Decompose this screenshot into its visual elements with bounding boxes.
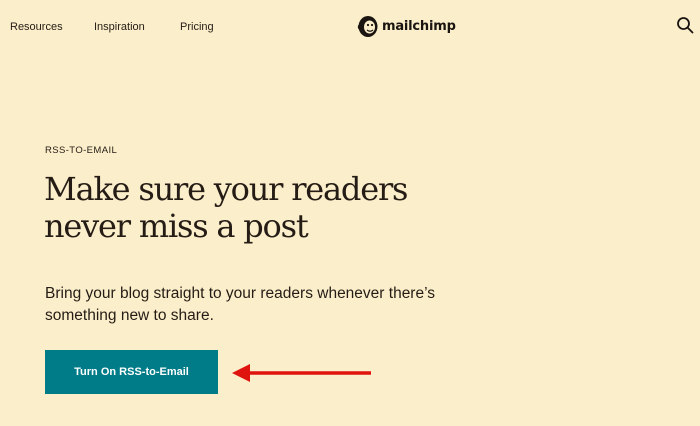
freddie-logo-icon: [357, 16, 378, 37]
turn-on-rss-to-email-button[interactable]: Turn On RSS-to-Email: [45, 350, 218, 394]
nav-link-resources[interactable]: Resources: [10, 20, 63, 34]
hero-description: Bring your blog straight to your readers…: [45, 283, 565, 327]
mailchimp-logo[interactable]: mailchimp: [357, 12, 456, 40]
red-arrow-left-icon: [232, 364, 371, 382]
headline-line: Make sure your readers: [44, 170, 408, 208]
top-navigation: Resources Inspiration Pricing mailchimp: [0, 0, 700, 54]
description-line: something new to share.: [45, 307, 214, 324]
description-line: Bring your blog straight to your readers…: [45, 285, 436, 302]
nav-link-inspiration[interactable]: Inspiration: [94, 20, 145, 34]
page-headline: Make sure your readers never miss a post: [44, 171, 684, 245]
nav-link-pricing[interactable]: Pricing: [180, 20, 214, 34]
logo-wordmark: mailchimp: [382, 18, 456, 34]
search-icon[interactable]: [676, 16, 694, 34]
section-eyebrow: RSS-TO-EMAIL: [45, 145, 118, 156]
headline-line: never miss a post: [44, 207, 309, 245]
